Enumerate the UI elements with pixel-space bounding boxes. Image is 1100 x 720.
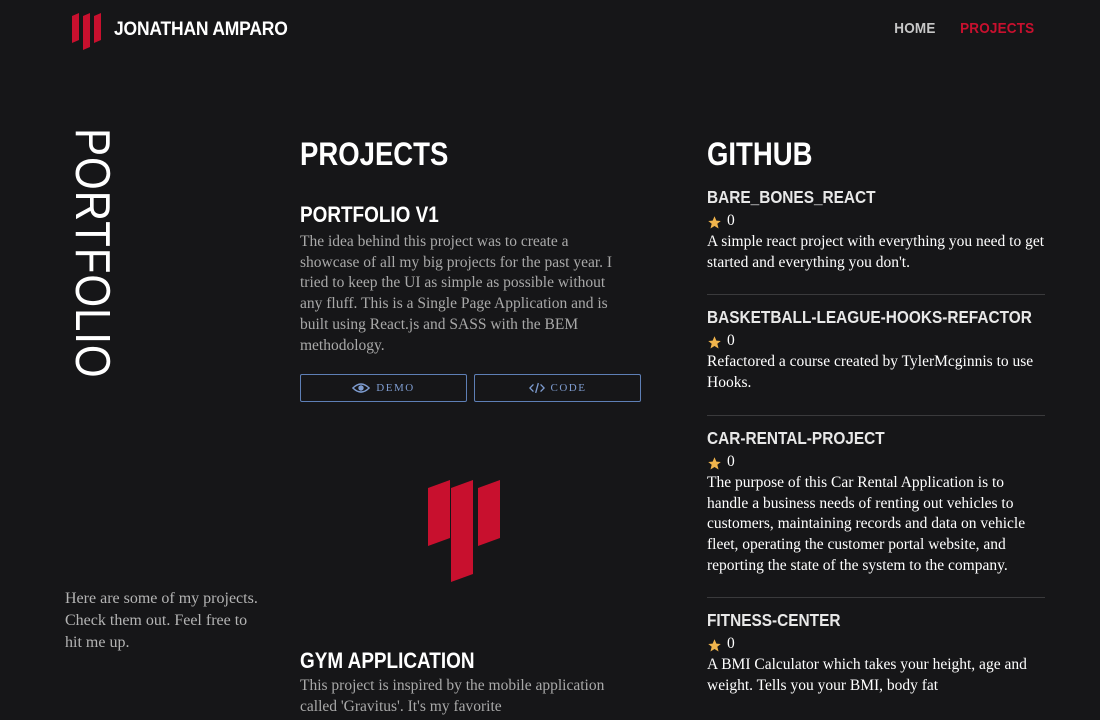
repo-stars: 0: [707, 633, 1045, 655]
star-icon: [708, 216, 721, 229]
repo-item[interactable]: CAR-RENTAL-PROJECT 0 The purpose of this…: [707, 427, 1045, 599]
nav-home-link[interactable]: HOME: [894, 20, 935, 37]
brand-link[interactable]: JONATHAN AMPARO: [70, 10, 303, 50]
code-icon: [528, 383, 545, 394]
github-section: GITHUB BARE_BONES_REACT 0 A simple react…: [707, 130, 1045, 697]
jm-logo-icon: [72, 13, 101, 50]
repo-item[interactable]: BASKETBALL-LEAGUE-HOOKS-REFACTOR 0 Refac…: [707, 306, 1045, 416]
repo-name[interactable]: FITNESS-CENTER: [707, 609, 1004, 631]
projects-heading: PROJECTS: [300, 136, 449, 172]
star-icon: [708, 336, 721, 349]
project-title: GYM APPLICATION: [300, 648, 475, 673]
repo-item[interactable]: FITNESS-CENTER 0 A BMI Calculator which …: [707, 609, 1045, 696]
star-icon: [708, 457, 721, 470]
repo-name[interactable]: CAR-RENTAL-PROJECT: [707, 427, 1004, 449]
main-nav: HOME PROJECTS: [892, 20, 1038, 37]
repo-name[interactable]: BASKETBALL-LEAGUE-HOOKS-REFACTOR: [707, 306, 1032, 328]
sidebar-intro: Here are some of my projects. Check them…: [65, 590, 258, 651]
portfolio-vertical-title: PORTFOLIO: [65, 128, 128, 378]
portfolio-title-text: PORTFOLIO: [65, 128, 119, 379]
project-title: PORTFOLIO V1: [300, 202, 439, 227]
repo-name[interactable]: BARE_BONES_REACT: [707, 186, 1004, 208]
repo-description: Refactored a course created by TylerMcgi…: [707, 353, 1034, 392]
repo-stars: 0: [707, 451, 1045, 473]
project-description: This project is inspired by the mobile a…: [300, 677, 605, 715]
repo-stars: 0: [707, 330, 1045, 352]
projects-section: PROJECTS PORTFOLIO V1 The idea behind th…: [300, 130, 645, 715]
nav-projects-link[interactable]: PROJECTS: [960, 20, 1034, 37]
star-count: 0: [727, 452, 735, 470]
github-heading: GITHUB: [707, 136, 813, 172]
project-actions: DEMO CODE: [300, 374, 645, 403]
project-card: GYM APPLICATION This project is inspired…: [300, 648, 645, 717]
demo-button[interactable]: DEMO: [300, 374, 467, 403]
eye-icon: [352, 383, 371, 393]
star-count: 0: [727, 635, 735, 653]
code-button-label: CODE: [550, 382, 587, 395]
repo-description: A simple react project with everything y…: [707, 233, 1045, 271]
site-header: JONATHAN AMPARO HOME PROJECTS: [0, 0, 1100, 60]
star-count: 0: [727, 212, 735, 229]
star-icon: [708, 639, 721, 652]
jm-logo-icon: [428, 480, 500, 582]
repo-stars: 0: [707, 210, 1045, 232]
code-button[interactable]: CODE: [474, 374, 641, 403]
repo-item[interactable]: BARE_BONES_REACT 0 A simple react projec…: [707, 186, 1045, 296]
repo-description: The purpose of this Car Rental Applicati…: [707, 473, 1026, 574]
project-description: The idea behind this project was to crea…: [300, 233, 613, 354]
project-card: PORTFOLIO V1 The idea behind this projec…: [300, 202, 645, 403]
demo-button-label: DEMO: [376, 382, 415, 395]
star-count: 0: [727, 332, 735, 350]
brand-name: JONATHAN AMPARO: [114, 19, 288, 40]
repo-description: A BMI Calculator which takes your height…: [707, 656, 1027, 695]
